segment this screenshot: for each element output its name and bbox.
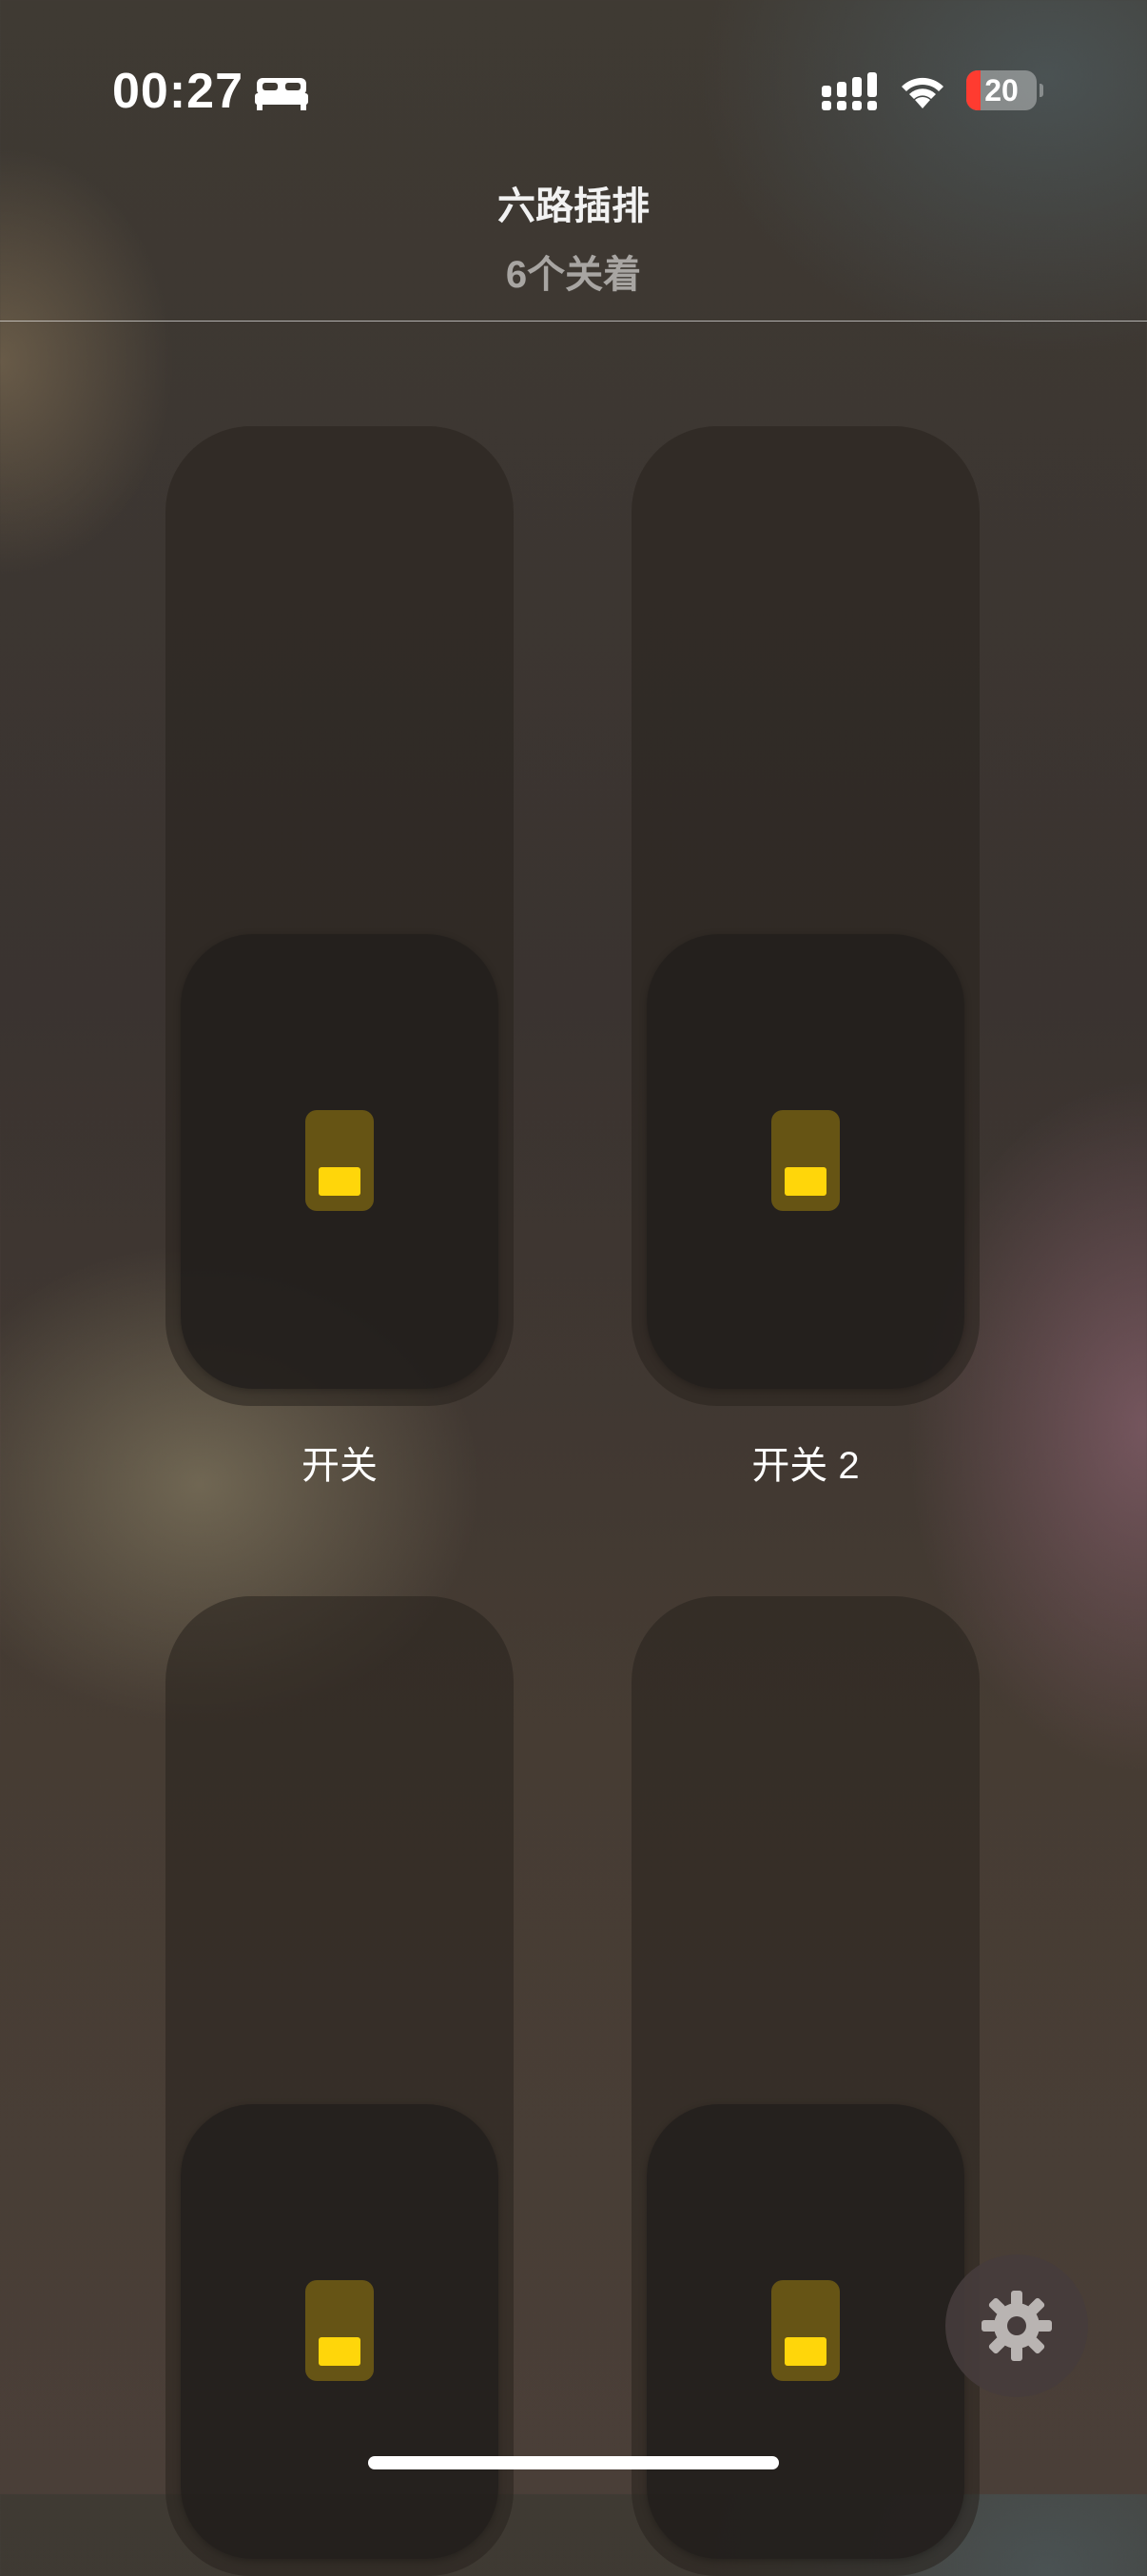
settings-button[interactable] [945, 2254, 1088, 2397]
battery-level: 20 [984, 73, 1019, 107]
switch-tile-3[interactable] [165, 1596, 514, 2576]
switch-tile-4[interactable] [632, 1596, 980, 2576]
status-bar: 00:27 20 [0, 0, 1147, 181]
outlet-icon [305, 1110, 374, 1211]
header-divider [0, 321, 1147, 322]
switch-tile-2[interactable] [632, 426, 980, 1406]
page-title: 六路插排 [497, 185, 650, 227]
switch-knob-2[interactable] [647, 934, 964, 1389]
battery-cap [1040, 84, 1043, 97]
signal-icon [822, 72, 877, 110]
outlet-icon [305, 2280, 374, 2381]
indicator-light [319, 2337, 360, 2366]
indicator-light [319, 1167, 360, 1196]
wifi-icon [902, 77, 943, 108]
page-subtitle: 6个关着 [505, 254, 642, 296]
indicator-light [785, 2337, 826, 2366]
gear-icon [982, 2291, 1052, 2361]
battery-icon: 20 [966, 70, 1043, 112]
switch-knob-1[interactable] [181, 934, 498, 1389]
indicator-light [785, 1167, 826, 1196]
status-time: 00:27 [112, 64, 243, 119]
battery-body: 20 [966, 70, 1037, 110]
switch-tile-1[interactable] [165, 426, 514, 1406]
switch-knob-3[interactable] [181, 2104, 498, 2559]
switch-label-1: 开关 [301, 1445, 378, 1487]
switch-knob-4[interactable] [647, 2104, 964, 2559]
outlet-icon [771, 2280, 840, 2381]
switch-label-2: 开关 2 [751, 1445, 860, 1487]
home-indicator[interactable] [368, 2456, 779, 2469]
bed-icon [255, 78, 308, 110]
outlet-icon [771, 1110, 840, 1211]
